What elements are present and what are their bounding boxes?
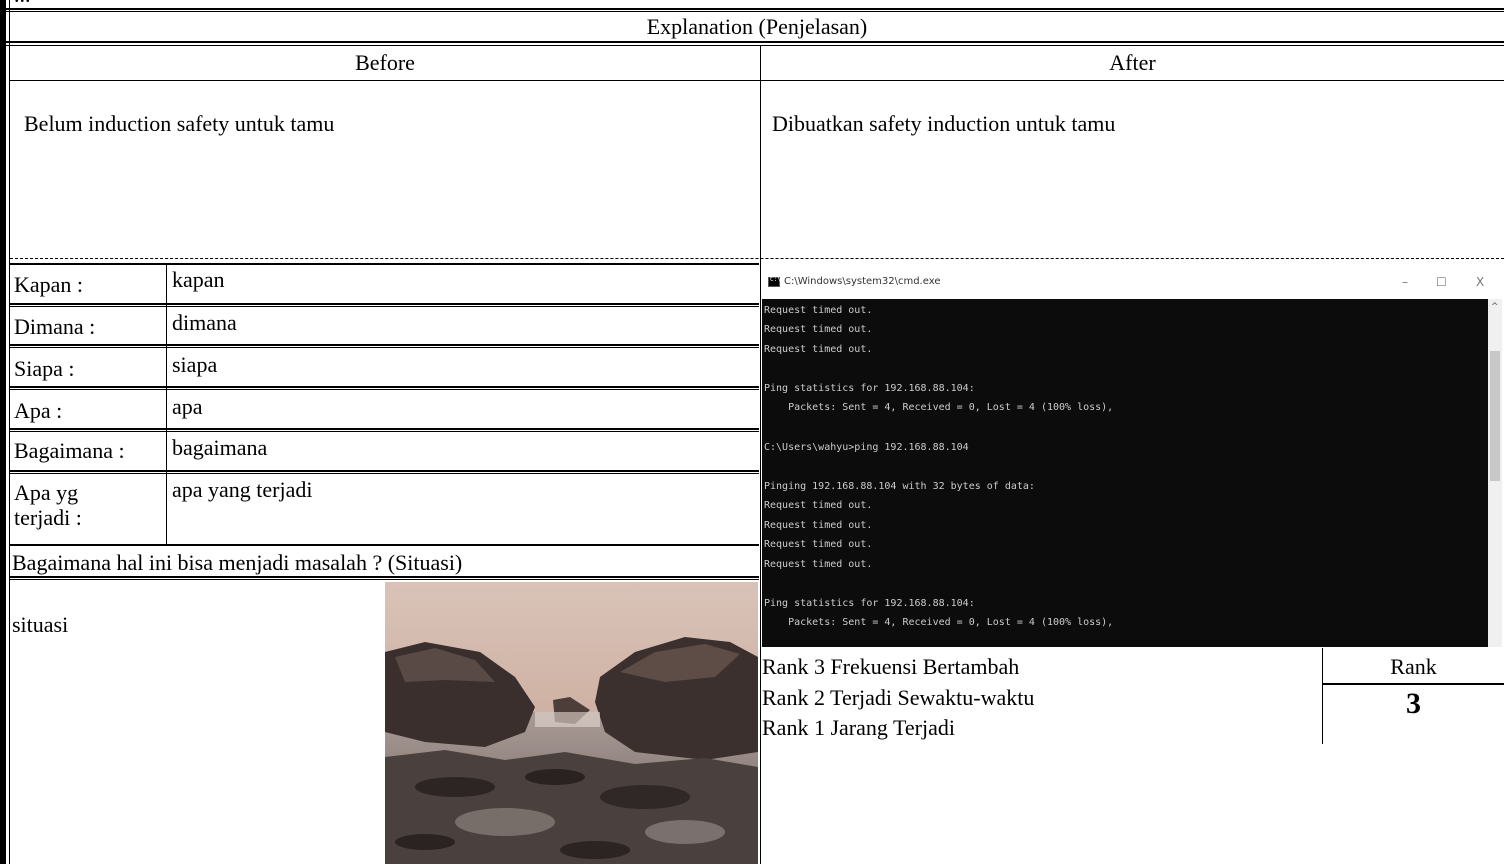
field-rule-3b xyxy=(10,389,759,390)
before-heading: Before xyxy=(355,50,415,75)
cmd-line: Request timed out. xyxy=(764,559,873,570)
scroll-up-icon[interactable]: ^ xyxy=(1491,302,1499,312)
field-value-kapan: kapan xyxy=(172,267,225,292)
field-value-dimana: dimana xyxy=(172,310,237,335)
cmd-line: Packets: Sent = 4, Received = 0, Lost = … xyxy=(764,617,1114,628)
rank-value: 3 xyxy=(1406,687,1421,720)
field-value-siapa: siapa xyxy=(172,352,218,377)
rank-label: Rank xyxy=(1390,654,1437,679)
situation-rule xyxy=(10,576,759,578)
field-value-apa: apa xyxy=(172,394,203,419)
situation-text: situasi xyxy=(12,612,69,637)
top-fragment-text: ... xyxy=(14,0,31,8)
cmd-line: Request timed out. xyxy=(764,500,873,511)
field-rule-4 xyxy=(10,428,759,430)
rank-item-3: Rank 3 Frekuensi Bertambah xyxy=(762,654,1020,679)
field-rule-2 xyxy=(10,344,759,346)
after-heading: After xyxy=(1109,50,1156,75)
field-rule-0 xyxy=(10,263,759,265)
rocky-beach-photo xyxy=(385,582,758,864)
explanation-heading: Explanation (Penjelasan) xyxy=(646,14,868,39)
field-rule-2b xyxy=(10,347,759,348)
cmd-line: Ping statistics for 192.168.88.104: xyxy=(764,598,975,609)
frame-border-left-inner xyxy=(9,0,10,864)
cmd-line: Request timed out. xyxy=(764,539,873,550)
cmd-output[interactable]: Request timed out. Request timed out. Re… xyxy=(762,299,1488,647)
rank-item-2: Rank 2 Terjadi Sewaktu-waktu xyxy=(762,685,1035,710)
field-label-dimana: Dimana : xyxy=(14,314,96,339)
cmd-title: C:\Windows\system32\cmd.exe xyxy=(784,276,941,287)
field-label-kapan: Kapan : xyxy=(14,272,84,297)
frame-border-left xyxy=(0,0,6,864)
field-rule-3 xyxy=(10,386,759,388)
field-label-bagaimana: Bagaimana : xyxy=(14,438,125,463)
situation-heading: Bagaimana hal ini bisa menjadi masalah ?… xyxy=(12,550,463,575)
cmd-line: Ping statistics for 192.168.88.104: xyxy=(764,383,975,394)
field-label-apa: Apa : xyxy=(14,398,63,423)
cmd-scrollbar[interactable]: ^ xyxy=(1488,299,1502,647)
field-rule-1b xyxy=(10,306,759,307)
cmd-line: Packets: Sent = 4, Received = 0, Lost = … xyxy=(764,402,1114,413)
maximize-button[interactable]: ☐ xyxy=(1436,275,1447,289)
scrollbar-thumb[interactable] xyxy=(1490,351,1500,481)
rank-box-rule xyxy=(1323,683,1504,685)
close-button[interactable]: X xyxy=(1476,275,1484,289)
rule-explanation xyxy=(6,41,1504,43)
cmd-window[interactable]: C:\Windows\system32\cmd.exe – ☐ X Reques… xyxy=(762,267,1502,647)
rank-item-1: Rank 1 Jarang Terjadi xyxy=(762,715,955,740)
cmd-titlebar[interactable]: C:\Windows\system32\cmd.exe – ☐ X xyxy=(762,267,1502,299)
cmd-line: Request timed out. xyxy=(764,520,873,531)
field-rule-5b xyxy=(10,473,759,474)
center-divider xyxy=(760,46,761,864)
rule-explanation-2 xyxy=(6,45,1504,46)
field-rule-4b xyxy=(10,431,759,432)
cmd-line: C:\Users\wahyu>ping 192.168.88.104 xyxy=(764,442,969,453)
cmd-line: Request timed out. xyxy=(764,344,873,355)
cmd-line: Request timed out. xyxy=(764,305,873,316)
cmd-icon xyxy=(768,276,781,287)
cmd-line: Pinging 192.168.88.104 with 32 bytes of … xyxy=(764,481,1035,492)
rule-top-2 xyxy=(6,11,1504,12)
before-text: Belum induction safety untuk tamu xyxy=(24,111,335,136)
field-rule-5 xyxy=(10,470,759,472)
field-label-apa-yg-terjadi: Apa yg terjadi : xyxy=(14,480,82,530)
field-value-apa-yg-terjadi: apa yang terjadi xyxy=(172,477,313,502)
field-label-siapa: Siapa : xyxy=(14,356,75,381)
minimize-button[interactable]: – xyxy=(1402,275,1408,289)
field-rule-6 xyxy=(10,544,759,546)
cmd-line: Request timed out. xyxy=(764,324,873,335)
rule-dotted xyxy=(10,258,1504,260)
rule-headers xyxy=(10,80,1504,81)
rule-top xyxy=(6,8,1504,10)
situation-rule-2 xyxy=(10,579,759,580)
field-value-bagaimana: bagaimana xyxy=(172,435,268,460)
field-rule-1 xyxy=(10,303,759,305)
after-text: Dibuatkan safety induction untuk tamu xyxy=(772,111,1116,136)
